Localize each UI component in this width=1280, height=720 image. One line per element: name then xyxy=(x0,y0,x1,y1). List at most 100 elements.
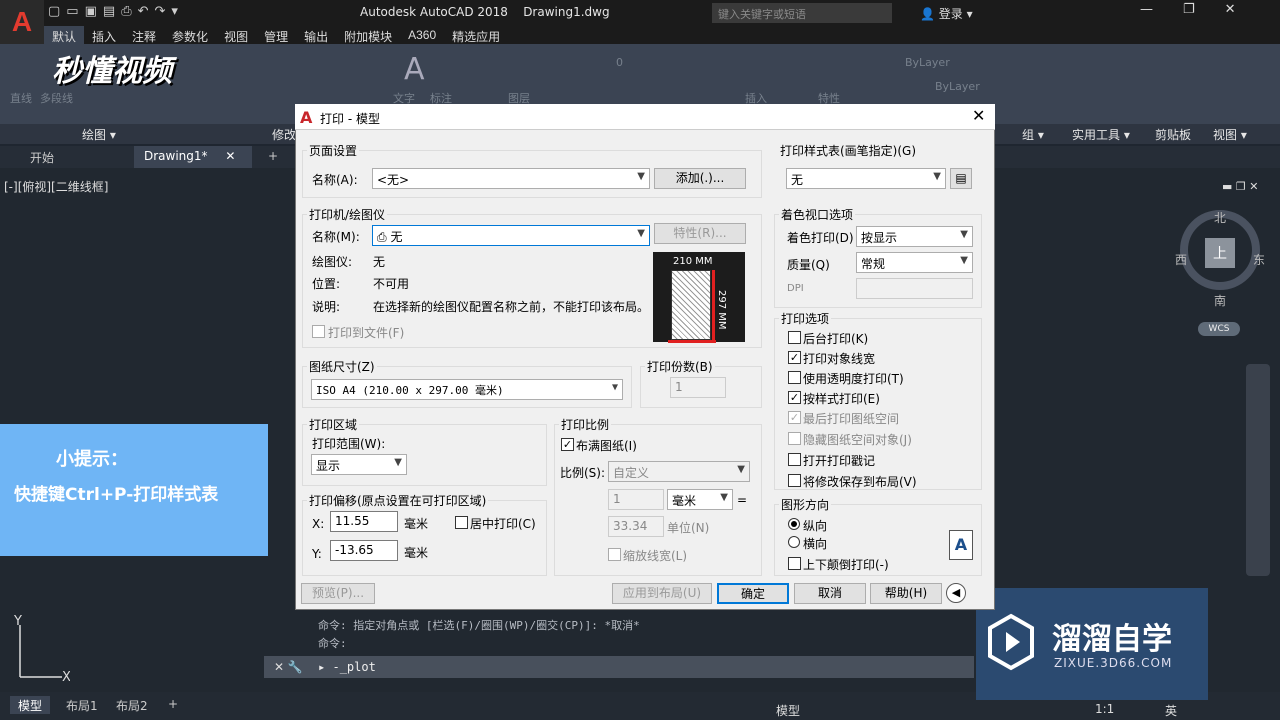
portrait-label[interactable]: 纵向 xyxy=(803,517,827,534)
compass-south[interactable]: 南 xyxy=(1214,292,1226,309)
panel-utilities[interactable]: 实用工具 ▾ xyxy=(1072,126,1130,143)
save-icon[interactable]: ▣ xyxy=(85,4,97,22)
layout-tab-1[interactable]: 布局1 xyxy=(58,696,106,714)
fit-paper-checkbox[interactable]: ✓ xyxy=(561,438,574,451)
doc-tab-drawing1[interactable]: Drawing1* ✕ xyxy=(134,146,252,168)
copies-stepper[interactable]: 1 xyxy=(670,377,726,398)
panel-draw[interactable]: 绘图 ▾ xyxy=(82,126,116,143)
minimize-icon[interactable]: — xyxy=(1140,2,1153,17)
scale-unit-combo[interactable]: 毫米 ▼ xyxy=(667,489,733,510)
background-plot-checkbox[interactable] xyxy=(788,331,801,344)
plot-stamp-label[interactable]: 打开打印戳记 xyxy=(803,452,875,469)
viewcube-top[interactable]: 上 xyxy=(1205,238,1235,268)
app-menu-button[interactable]: A xyxy=(0,0,44,44)
tab-default[interactable]: 默认 xyxy=(44,26,85,44)
linetype-combo[interactable]: ByLayer xyxy=(935,80,980,93)
scale-value1-field[interactable]: 1 xyxy=(608,489,664,510)
plot-stamp-checkbox[interactable] xyxy=(788,453,801,466)
preview-button[interactable]: 预览(P)... xyxy=(301,583,375,604)
plot-transparency-label[interactable]: 使用透明度打印(T) xyxy=(803,370,904,387)
tab-a360[interactable]: A360 xyxy=(400,26,444,44)
compass-east[interactable]: 东 xyxy=(1253,251,1265,268)
layer-combo[interactable]: 0 xyxy=(616,56,623,69)
ok-button[interactable]: 确定 xyxy=(717,583,789,604)
login-button[interactable]: 👤 登录 ▾ xyxy=(920,5,973,22)
print-to-file-checkbox[interactable] xyxy=(312,325,325,338)
scale-value2-field[interactable]: 33.34 xyxy=(608,516,664,537)
quality-combo[interactable]: 常规 ▼ xyxy=(856,252,973,273)
add-layout-icon[interactable]: + xyxy=(160,696,186,714)
new-tab-icon[interactable]: + xyxy=(258,146,288,168)
printer-name-combo[interactable]: ⎙ 无 ▼ xyxy=(372,225,650,246)
landscape-label[interactable]: 横向 xyxy=(803,535,827,552)
plot-lineweights-label[interactable]: 打印对象线宽 xyxy=(803,350,875,367)
landscape-radio[interactable] xyxy=(788,536,800,548)
style-table-combo[interactable]: 无 ▼ xyxy=(786,168,946,189)
tab-addins[interactable]: 附加模块 xyxy=(336,26,400,44)
center-plot-checkbox[interactable] xyxy=(455,516,468,529)
close-icon[interactable]: ✕ xyxy=(225,149,235,163)
search-input[interactable]: 键入关键字或短语 xyxy=(712,3,892,23)
doc-tab-start[interactable]: 开始 xyxy=(20,146,64,168)
compass-north[interactable]: 北 xyxy=(1214,209,1226,226)
viewport-controls[interactable]: [-][俯视][二维线框] xyxy=(4,178,108,195)
tab-manage[interactable]: 管理 xyxy=(256,26,296,44)
dialog-close-icon[interactable]: ✕ xyxy=(972,106,985,125)
panel-view[interactable]: 视图 ▾ xyxy=(1213,126,1247,143)
restore-icon[interactable]: ❐ xyxy=(1183,2,1195,17)
plot-with-styles-checkbox[interactable]: ✓ xyxy=(788,391,801,404)
layout-tab-model[interactable]: 模型 xyxy=(10,696,51,714)
undo-icon[interactable]: ↶ xyxy=(138,4,149,22)
offset-y-field[interactable]: -13.65 xyxy=(330,540,398,561)
save-to-layout-checkbox[interactable] xyxy=(788,474,801,487)
hide-paperspace-objects-label[interactable]: 隐藏图纸空间对象(J) xyxy=(803,431,912,448)
new-icon[interactable]: ▢ xyxy=(48,4,60,22)
shade-plot-combo[interactable]: 按显示 ▼ xyxy=(856,226,973,247)
plot-paperspace-last-label[interactable]: 最后打印图纸空间 xyxy=(803,410,899,427)
paper-size-combo[interactable]: ISO A4 (210.00 x 297.00 毫米) ▼ xyxy=(311,379,623,400)
tab-annotate[interactable]: 注释 xyxy=(124,26,164,44)
ribbon-polyline-tool[interactable]: 多段线 xyxy=(40,90,73,106)
add-page-setup-button[interactable]: 添加(.)... xyxy=(654,168,746,189)
help-button[interactable]: 帮助(H) xyxy=(870,583,942,604)
ribbon-line-tool[interactable]: 直线 xyxy=(10,90,32,106)
compass-west[interactable]: 西 xyxy=(1175,251,1187,268)
viewport-window-controls[interactable]: ▬ ❐ ✕ xyxy=(1222,180,1258,193)
upside-down-label[interactable]: 上下颠倒打印(-) xyxy=(803,556,889,573)
plot-transparency-checkbox[interactable] xyxy=(788,371,801,384)
collapse-dialog-icon[interactable]: ◀ xyxy=(946,583,966,603)
print-to-file-label[interactable]: 打印到文件(F) xyxy=(328,324,404,341)
plot-range-combo[interactable]: 显示 ▼ xyxy=(311,454,407,475)
wcs-menu[interactable]: WCS xyxy=(1198,322,1240,336)
tab-featured[interactable]: 精选应用 xyxy=(444,26,508,44)
tab-output[interactable]: 输出 xyxy=(296,26,336,44)
close-icon[interactable]: ✕ xyxy=(1225,2,1236,17)
redo-icon[interactable]: ↷ xyxy=(155,4,166,22)
saveas-icon[interactable]: ▤ xyxy=(103,4,115,22)
model-space-toggle[interactable]: 模型 xyxy=(776,702,800,719)
navigation-bar[interactable] xyxy=(1246,364,1270,576)
cancel-button[interactable]: 取消 xyxy=(794,583,866,604)
panel-clipboard[interactable]: 剪贴板 xyxy=(1155,126,1191,143)
save-to-layout-label[interactable]: 将修改保存到布局(V) xyxy=(803,473,917,490)
plot-with-styles-label[interactable]: 按样式打印(E) xyxy=(803,390,880,407)
scale-lineweights-checkbox[interactable] xyxy=(608,548,621,561)
dpi-field[interactable] xyxy=(856,278,973,299)
scale-lineweights-label[interactable]: 缩放线宽(L) xyxy=(623,547,687,564)
tab-parametric[interactable]: 参数化 xyxy=(164,26,216,44)
tab-insert[interactable]: 插入 xyxy=(84,26,124,44)
panel-groups[interactable]: 组 ▾ xyxy=(1022,126,1044,143)
scale-combo[interactable]: 自定义 ▼ xyxy=(608,461,750,482)
open-icon[interactable]: ▭ xyxy=(66,4,78,22)
background-plot-label[interactable]: 后台打印(K) xyxy=(803,330,868,347)
style-table-edit-button[interactable]: ▤ xyxy=(950,168,972,189)
tab-view[interactable]: 视图 xyxy=(216,26,256,44)
fit-paper-label[interactable]: 布满图纸(I) xyxy=(576,437,637,454)
panel-modify[interactable]: 修改 xyxy=(272,126,296,143)
hide-paperspace-objects-checkbox[interactable] xyxy=(788,432,801,445)
page-setup-name-combo[interactable]: <无> ▼ xyxy=(372,168,650,189)
upside-down-checkbox[interactable] xyxy=(788,557,801,570)
annotation-scale[interactable]: 1:1 xyxy=(1095,702,1114,716)
plot-lineweights-checkbox[interactable]: ✓ xyxy=(788,351,801,364)
plot-paperspace-last-checkbox[interactable]: ✓ xyxy=(788,411,801,424)
